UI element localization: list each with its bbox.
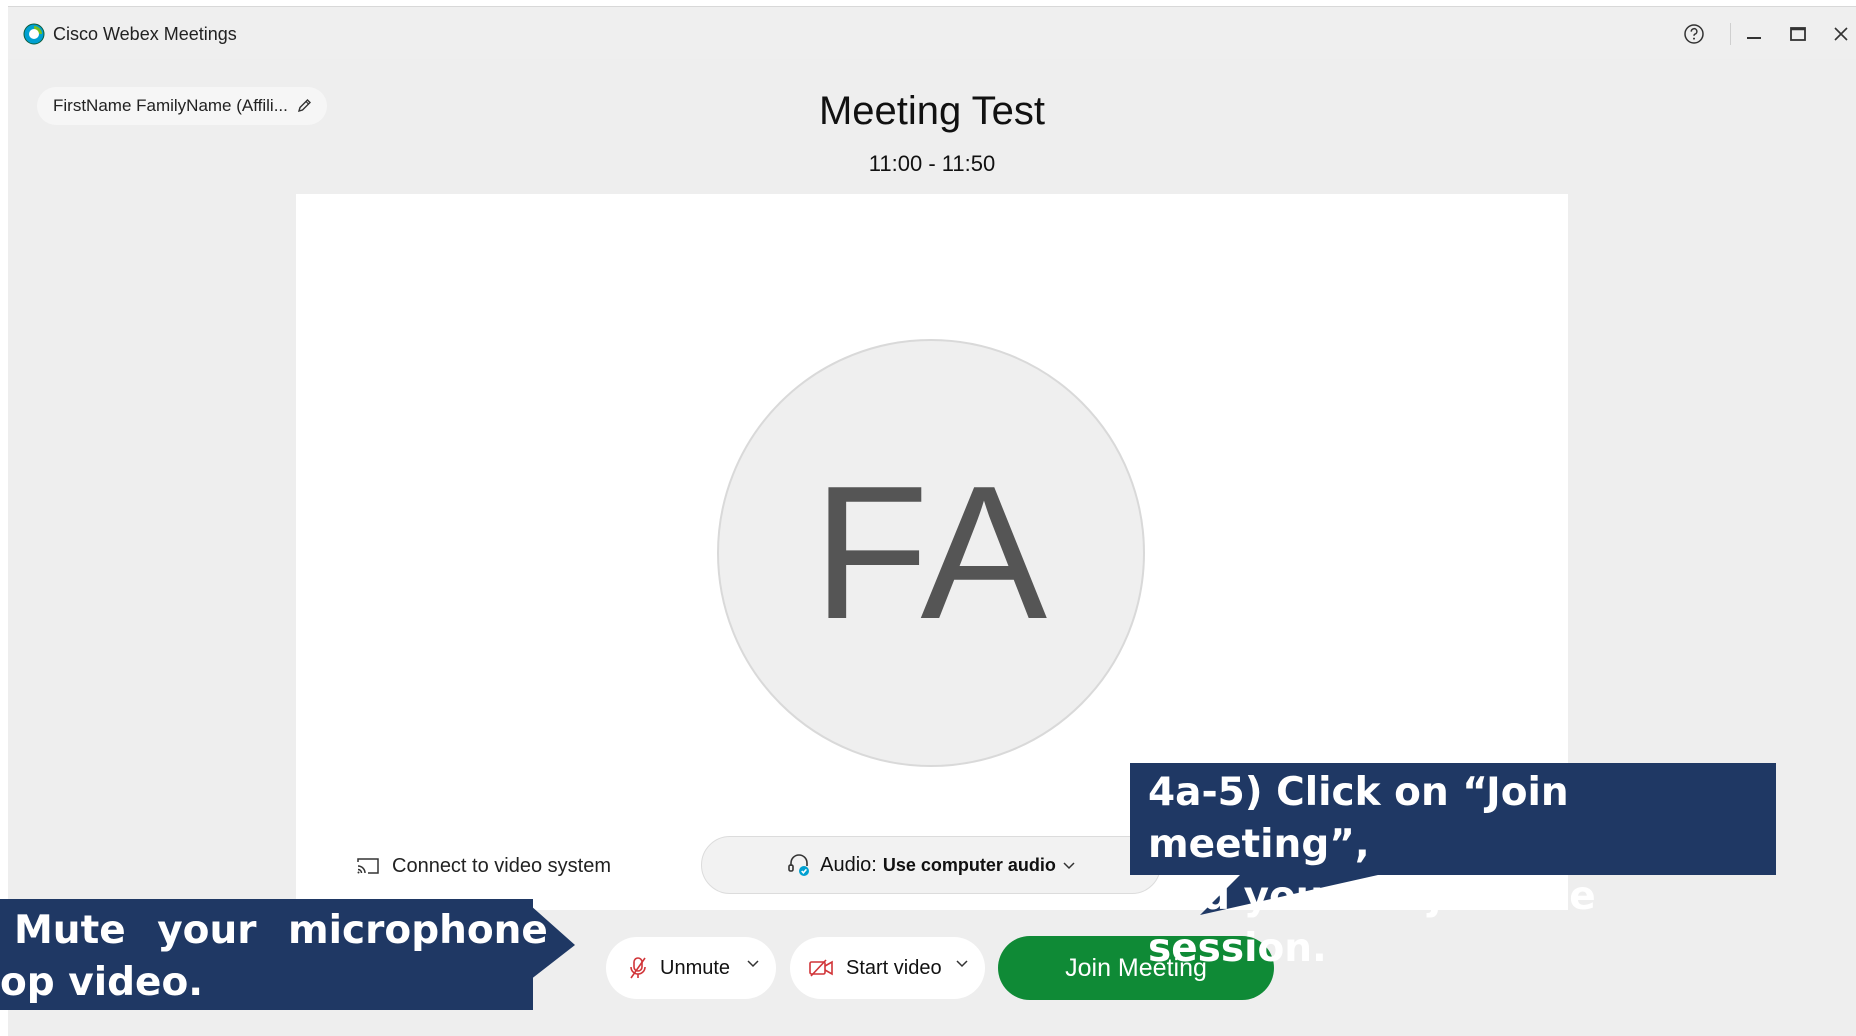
annotation-join-line1: 4a-5) Click on “Join meeting”, [1148,770,1569,867]
annotation-mute-line2: op video. [0,960,204,1005]
screenshot-stage: Cisco Webex Meetings FirstName FamilyNam… [0,0,1856,1036]
annotation-join-line2: and you can join the session. [1148,874,1596,971]
annotation-mute-callout: Mute your microphone op video. [0,899,548,1010]
annotation-mute-line1: Mute your microphone [14,908,548,953]
annotation-join-callout: 4a-5) Click on “Join meeting”, and you c… [1130,763,1776,971]
